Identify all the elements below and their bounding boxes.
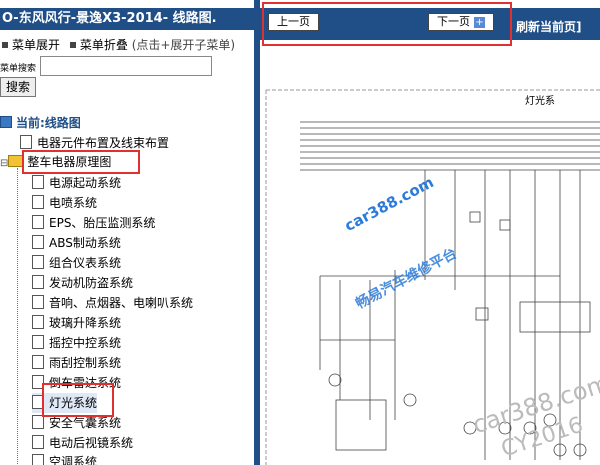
document-icon: [32, 235, 44, 249]
tree-item[interactable]: 玻璃升降系统: [32, 313, 121, 333]
document-icon: [32, 454, 44, 465]
expand-menu-link[interactable]: 菜单展开: [12, 38, 60, 52]
left-menu-pane: O-东风风行-景逸X3-2014- 线路图. 菜单展开 菜单折叠 (点击+展开子…: [0, 0, 254, 465]
highlight-box: [42, 383, 114, 417]
document-icon: [32, 355, 44, 369]
search-input[interactable]: [40, 56, 212, 76]
document-icon: [32, 195, 44, 209]
tree-item[interactable]: 电动后视镜系统: [32, 433, 133, 453]
tree-guide-line: [17, 168, 18, 465]
document-icon: [32, 175, 44, 189]
document-icon: [32, 275, 44, 289]
menu-hint: (点击+展开子菜单): [131, 38, 236, 52]
tree-root[interactable]: 当前:线路图: [0, 113, 81, 133]
computer-icon: [0, 116, 12, 128]
tree-item[interactable]: 电喷系统: [32, 193, 97, 213]
diagram-pane: 上一页 下一页 + 刷新当前页] 灯光系 car388.com 畅易汽车维修平台…: [260, 0, 600, 465]
tree-item[interactable]: 电源起动系统: [32, 173, 121, 193]
search-button[interactable]: 搜索: [0, 77, 36, 97]
document-icon: [32, 315, 44, 329]
tree-item[interactable]: 音响、点烟器、电喇叭系统: [32, 293, 193, 313]
document-icon: [32, 335, 44, 349]
tree-item[interactable]: 发动机防盗系统: [32, 273, 133, 293]
tree-item[interactable]: ABS制动系统: [32, 233, 121, 253]
refresh-link[interactable]: 刷新当前页]: [516, 18, 582, 35]
tree-item[interactable]: 摇控中控系统: [32, 333, 121, 353]
tree-item[interactable]: 组合仪表系统: [32, 253, 121, 273]
menu-title: O-东风风行-景逸X3-2014- 线路图.: [0, 8, 254, 30]
bullet-icon: [2, 42, 8, 48]
tree-item[interactable]: 空调系统: [32, 452, 97, 465]
document-icon: [32, 255, 44, 269]
diagram-title: 灯光系: [525, 94, 555, 107]
document-icon: [32, 435, 44, 449]
document-icon: [32, 215, 44, 229]
highlight-box: [22, 150, 140, 174]
document-icon: [32, 415, 44, 429]
search-label: 菜单搜索: [0, 64, 37, 74]
menu-toggle-row: 菜单展开 菜单折叠 (点击+展开子菜单): [0, 36, 235, 53]
tree-item[interactable]: EPS、胎压监测系统: [32, 213, 155, 233]
bullet-icon: [69, 42, 76, 48]
collapse-menu-link[interactable]: 菜单折叠: [80, 38, 128, 52]
tree-item[interactable]: 雨刮控制系统: [32, 353, 121, 373]
document-icon: [20, 135, 32, 149]
document-icon: [32, 295, 44, 309]
